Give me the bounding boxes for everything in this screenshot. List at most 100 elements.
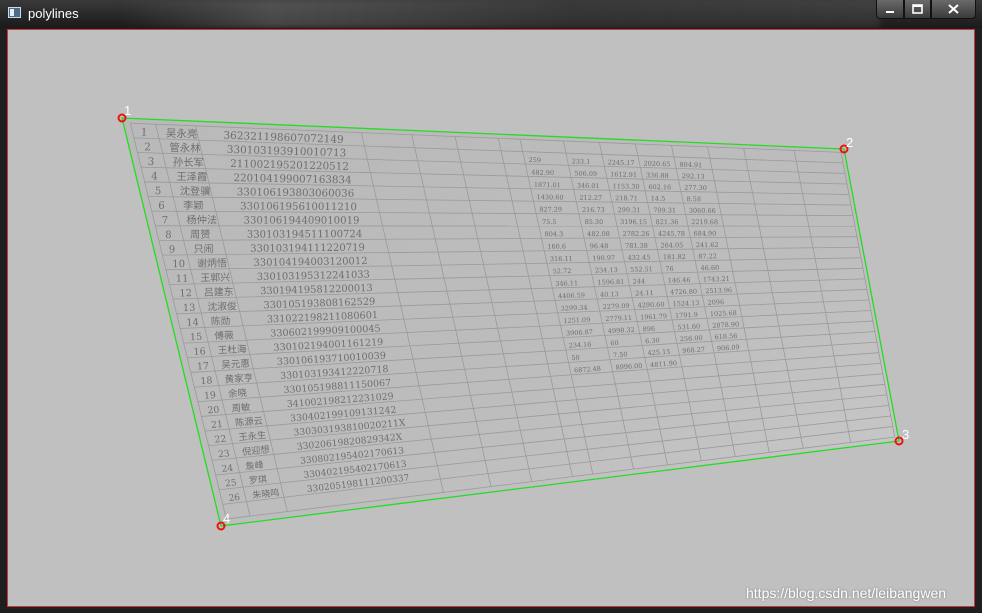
table-value: 7.50 — [613, 351, 628, 360]
row-name: 黄家亨 — [224, 372, 253, 386]
table-value: 482.08 — [587, 230, 610, 238]
table-value: 316.11 — [550, 255, 573, 263]
table-value: 4726.80 — [670, 287, 697, 296]
row-id-number: 330106195610011210 — [240, 201, 357, 213]
table-value: 1791.9 — [675, 311, 698, 320]
table-value: 827.29 — [539, 206, 562, 214]
table-value: 896 — [642, 325, 655, 334]
table-value: 2513.96 — [705, 286, 732, 295]
vertex-label: 4 — [223, 511, 230, 526]
row-name: 王泽霞 — [176, 171, 207, 184]
row-number: 14 — [186, 317, 199, 328]
row-number: 4 — [151, 171, 158, 183]
row-name: 周赟 — [190, 228, 210, 241]
table-value: 256.00 — [680, 334, 703, 343]
table-value: 2279.09 — [603, 302, 630, 311]
row-number: 13 — [183, 303, 196, 314]
table-value: 40.13 — [600, 290, 619, 299]
row-number: 11 — [176, 274, 189, 285]
row-number: 18 — [200, 375, 213, 387]
table-value: 76 — [665, 265, 673, 273]
table-value: 336.88 — [646, 171, 669, 180]
row-name: 沈登骥 — [180, 184, 211, 197]
table-value: 259 — [528, 156, 541, 164]
table-value: 3196.15 — [620, 218, 647, 226]
table-value: 50 — [571, 354, 580, 363]
table-value: 181.82 — [663, 253, 686, 261]
table-value: 482.90 — [531, 168, 554, 177]
row-number: 16 — [193, 346, 206, 358]
app-window: polylines 1 吴永亮 362321198607072149 2 管永林… — [0, 0, 982, 613]
table-value: 6.30 — [645, 336, 660, 345]
row-number: 26 — [228, 493, 241, 504]
title-bar[interactable]: polylines — [0, 0, 982, 28]
table-value: 506.09 — [574, 169, 597, 178]
close-button[interactable] — [931, 0, 976, 19]
row-number: 24 — [221, 464, 234, 475]
table-value: 75.5 — [542, 218, 556, 226]
window-controls — [876, 0, 976, 20]
row-number: 5 — [155, 185, 162, 197]
table-value: 212.27 — [579, 194, 602, 202]
table-value: 216.73 — [582, 206, 605, 214]
table-value: 218.71 — [615, 194, 638, 202]
table-value: 906.09 — [717, 343, 740, 352]
table-value: 432.45 — [628, 253, 651, 261]
table-value: 1251.09 — [563, 316, 590, 325]
row-name: 杨仲法 — [187, 213, 217, 226]
table-value: 24.11 — [635, 289, 654, 298]
maximize-button[interactable] — [904, 0, 931, 19]
minimize-button[interactable] — [876, 0, 904, 19]
table-value: 264.05 — [660, 241, 683, 249]
title-bar-background-blur — [120, 0, 880, 28]
table-value: 821.36 — [656, 218, 679, 226]
row-number: 21 — [211, 419, 224, 431]
vertex-label: 1 — [124, 103, 131, 118]
table-value: 2779.11 — [605, 314, 632, 323]
table-value: 14.5 — [651, 195, 666, 203]
table-value: 346.01 — [577, 182, 600, 190]
row-name: 谢炳悟 — [197, 256, 227, 269]
row-number: 1 — [140, 127, 147, 139]
row-name: 吴永亮 — [166, 127, 198, 141]
row-number: 17 — [197, 361, 210, 373]
table-value: 2245.17 — [608, 158, 635, 167]
table-value: 4406.59 — [558, 291, 585, 300]
table-value: 190.97 — [592, 254, 615, 262]
row-name: 陈勋 — [211, 314, 231, 328]
table-value: 709.31 — [653, 206, 676, 214]
table-value: 1025.68 — [710, 309, 737, 318]
row-number: 20 — [207, 405, 220, 417]
row-name: 周敏 — [231, 401, 251, 414]
table-value: 4998.32 — [608, 326, 635, 335]
table-value: 277.30 — [684, 184, 707, 192]
table-value: 146.46 — [668, 276, 691, 285]
maximize-icon — [912, 4, 923, 14]
table-value: 1524.13 — [672, 299, 699, 308]
row-name: 王郭兴 — [200, 271, 230, 285]
table-value: 4245.78 — [658, 230, 685, 238]
image-canvas: 1 吴永亮 3623211986070721492 管永林 33010319391001… — [117, 103, 909, 531]
warped-document: 1 吴永亮 3623211986070721492 管永林 33010319391001… — [122, 118, 899, 526]
row-number: 6 — [158, 201, 165, 212]
table-value: 2020.65 — [643, 160, 670, 169]
row-number: 2 — [144, 141, 151, 153]
row-name: 孙长军 — [173, 156, 204, 170]
table-value: 2782.26 — [623, 230, 650, 238]
table-value: 8.58 — [686, 195, 701, 203]
table-value: 618.56 — [714, 332, 737, 341]
table-value: 292.13 — [682, 172, 705, 181]
table-value: 2878.90 — [712, 320, 739, 329]
table-value: 52.72 — [553, 267, 572, 275]
table-value: 46.60 — [700, 264, 719, 272]
row-number: 25 — [225, 478, 238, 489]
table-value: 87.22 — [698, 252, 717, 260]
table-value: 160.6 — [547, 243, 566, 251]
image-view[interactable]: 1 吴永亮 362321198607072149 2 管永林 33010319391001… — [7, 29, 975, 607]
window-icon[interactable] — [8, 7, 21, 18]
row-number: 3 — [148, 156, 155, 168]
table-value: 299.31 — [618, 206, 641, 214]
row-number: 15 — [190, 332, 203, 344]
row-id-number: 330103194111220719 — [250, 243, 365, 255]
row-id-number: 330106193803060036 — [237, 186, 355, 200]
